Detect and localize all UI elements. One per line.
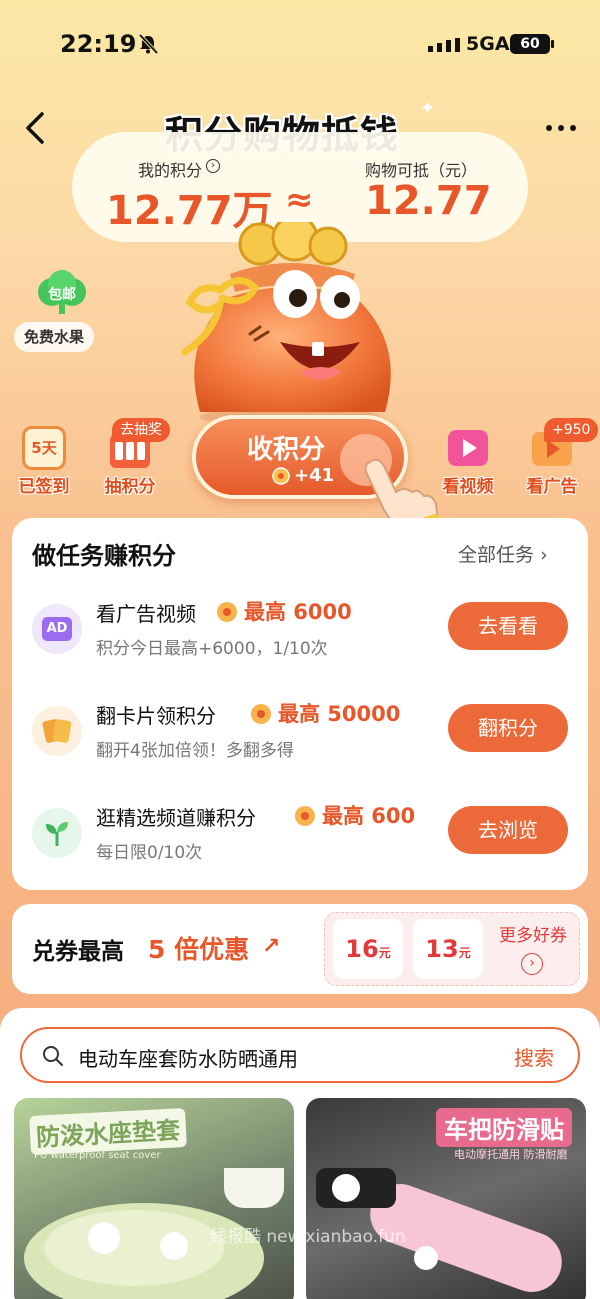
product-card[interactable]: 车把防滑贴 电动摩托通用 防滑耐磨 — [306, 1098, 586, 1299]
sparkle-icon: ✦ — [420, 98, 436, 119]
coupon-highlight: 5 倍优惠 — [148, 935, 250, 964]
search-icon — [43, 1046, 63, 1066]
coin-icon — [251, 704, 271, 724]
coin-icon — [295, 806, 315, 826]
tasks-card: 做任务赚积分 全部任务 › AD 看广告视频 最高 6000 积分今日最高+60… — [12, 518, 588, 890]
product-title: 车把防滑贴 — [436, 1108, 572, 1147]
free-fruit-label: 免费水果 — [14, 322, 94, 352]
product-subtitle: PU waterproof seat cover — [34, 1150, 161, 1161]
watch-ad-badge: +950 — [544, 418, 599, 442]
search-input[interactable]: 电动车座套防水防晒通用 — [78, 1043, 298, 1072]
tasks-title: 做任务赚积分 — [32, 542, 176, 570]
collect-sub: +41 — [294, 465, 335, 486]
cards-icon — [32, 706, 82, 756]
money-bag-mascot — [181, 222, 391, 427]
checkin-label: 已签到 — [18, 477, 70, 497]
more-options-icon[interactable] — [543, 118, 579, 138]
coin-icon — [272, 467, 290, 485]
task-row: AD 看广告视频 最高 6000 积分今日最高+6000，1/10次 去看看 — [12, 592, 588, 682]
task-desc: 翻开4张加倍领！多翻多得 — [96, 741, 294, 761]
video-play-icon — [448, 430, 488, 466]
coupon-tile[interactable]: 16元 — [333, 919, 403, 979]
more-coupons-label[interactable]: 更多好券 — [493, 921, 573, 946]
status-bar: 22:19 5GA 60 — [0, 0, 600, 80]
coupon-box[interactable]: 16元 13元 更多好券 › — [324, 912, 580, 986]
signal-icon — [428, 38, 460, 52]
watermark: 线报酷 new.xianbao.fun — [210, 1227, 406, 1247]
checkin-action[interactable]: 5天 已签到 — [4, 420, 84, 500]
task-reward: 最高 50000 — [278, 702, 401, 726]
coupon-title: 兑券最高 — [32, 939, 124, 965]
status-time: 22:19 — [60, 30, 137, 58]
approx-sign: ≈ — [285, 180, 314, 220]
network-label: 5GA — [466, 33, 510, 55]
deduct-value: 12.77 — [365, 178, 492, 224]
chevron-circle-icon[interactable]: › — [521, 953, 543, 975]
info-icon[interactable]: › — [206, 159, 220, 173]
search-bar[interactable]: 电动车座套防水防晒通用 搜索 — [20, 1027, 580, 1083]
arrow-up-icon: ↗ — [262, 934, 281, 959]
task-name: 逛精选频道赚积分 — [96, 806, 256, 830]
chevron-right-icon: › — [540, 544, 548, 566]
coupon-tile[interactable]: 13元 — [413, 919, 483, 979]
task-name: 翻卡片领积分 — [96, 704, 216, 728]
task-row: 逛精选频道赚积分 最高 600 每日限0/10次 去浏览 — [12, 796, 588, 886]
all-tasks-label: 全部任务 — [458, 544, 535, 566]
product-title: 防泼水座垫套 — [29, 1107, 187, 1156]
task-name: 看广告视频 — [96, 602, 196, 626]
task-reward: 最高 6000 — [244, 600, 352, 624]
task-reward: 最高 600 — [322, 804, 416, 828]
browse-button[interactable]: 去浏览 — [448, 806, 568, 854]
bell-muted-icon — [138, 33, 159, 55]
coin-icon — [217, 602, 237, 622]
product-card[interactable]: 防泼水座垫套 PU waterproof seat cover — [14, 1098, 294, 1299]
battery-icon: 60 — [510, 34, 554, 54]
coupon-card[interactable]: 兑券最高 5 倍优惠 ↗ 16元 13元 更多好券 › — [12, 904, 588, 994]
flip-cards-button[interactable]: 翻积分 — [448, 704, 568, 752]
calendar-icon: 5天 — [22, 426, 66, 470]
back-arrow-icon[interactable] — [22, 110, 52, 146]
task-desc: 每日限0/10次 — [96, 843, 203, 863]
free-shipping-badge: 包邮 — [48, 287, 76, 303]
sprout-icon — [32, 808, 82, 858]
task-row: 翻卡片领积分 最高 50000 翻开4张加倍领！多翻多得 翻积分 — [12, 694, 588, 784]
search-button[interactable]: 搜索 — [514, 1042, 554, 1071]
lottery-badge: 去抽奖 — [112, 418, 170, 442]
task-desc: 积分今日最高+6000，1/10次 — [96, 639, 328, 659]
free-fruit-promo[interactable]: 包邮 免费水果 — [14, 270, 94, 354]
watch-ad-button[interactable]: 去看看 — [448, 602, 568, 650]
ad-icon: AD — [32, 604, 82, 654]
watch-ad-label: 看广告 — [526, 477, 578, 497]
lottery-label: 抽积分 — [104, 477, 156, 497]
all-tasks-link[interactable]: 全部任务 › — [458, 540, 548, 567]
